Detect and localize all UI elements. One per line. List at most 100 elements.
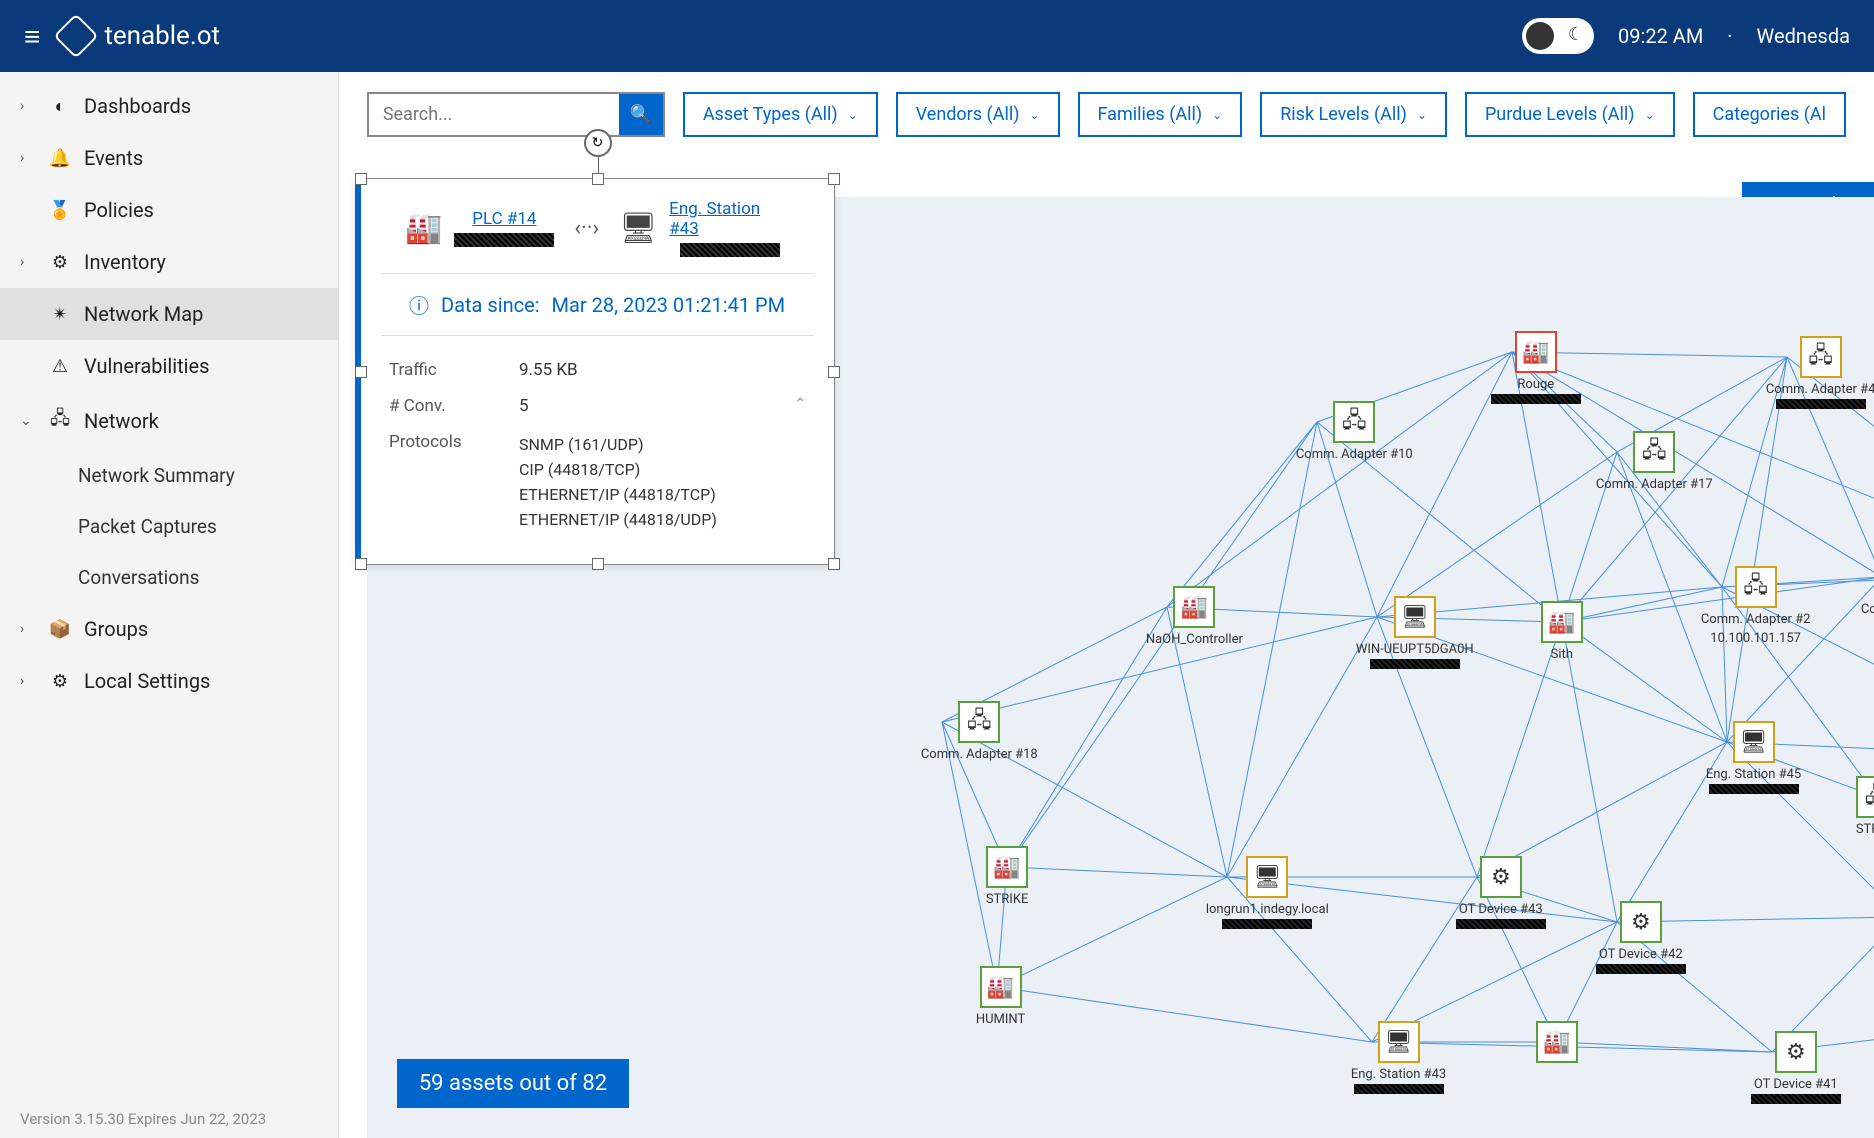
node-icon: 🏭: [1541, 601, 1583, 643]
connection-detail-card[interactable]: ↻ 🏭 PLC #14 ‹··› 🖥 Eng. Station #43 ⓘ Da…: [355, 178, 835, 565]
nav-inventory[interactable]: ›⚙Inventory: [0, 236, 338, 288]
theme-toggle[interactable]: [1522, 18, 1594, 54]
asset-b-link[interactable]: Eng. Station #43: [669, 199, 790, 239]
clock-time: 09:22 AM: [1618, 24, 1703, 48]
map-node[interactable]: ⚙OT Device #41: [1751, 1031, 1841, 1104]
chevron-up-icon[interactable]: ⌃: [794, 396, 806, 416]
detail-header: 🏭 PLC #14 ‹··› 🖥 Eng. Station #43: [381, 179, 814, 274]
map-node[interactable]: 🏭Rouge: [1491, 331, 1581, 404]
filter-purdue-levels[interactable]: Purdue Levels (All)⌄: [1465, 92, 1675, 137]
protocol-item: ETHERNET/IP (44818/TCP): [519, 482, 806, 507]
protocol-item: SNMP (161/UDP): [519, 432, 806, 457]
search-input[interactable]: [369, 94, 619, 135]
node-icon: 🖥: [1378, 1021, 1420, 1063]
map-node[interactable]: 🏭NaOH_Controller: [1146, 586, 1243, 647]
node-label: STRIKE: [986, 892, 1029, 907]
groups-icon: 📦: [48, 619, 72, 640]
nav-events[interactable]: ›🔔Events: [0, 132, 338, 184]
node-icon: 🏭: [986, 846, 1028, 888]
network-icon: 🖧: [48, 406, 72, 436]
node-icon: 🖥: [1394, 596, 1436, 638]
inventory-icon: ⚙: [48, 252, 72, 273]
redacted-text: [1596, 964, 1686, 974]
node-label: OT Device #43: [1459, 902, 1543, 917]
info-icon: ⓘ: [409, 290, 429, 319]
node-icon: 🖧: [1856, 776, 1874, 818]
node-icon: ⚙: [1775, 1031, 1817, 1073]
map-node[interactable]: 🏭HUMINT: [976, 966, 1025, 1027]
clock-sep: ·: [1727, 24, 1732, 48]
node-label: Comm. Adapter #8: [1861, 602, 1874, 617]
node-label: STRIKE: [1856, 822, 1874, 837]
map-node[interactable]: 🖥 Eng. Station #45: [1706, 721, 1801, 794]
logo-icon: [54, 13, 99, 58]
node-label: Eng. Station #45: [1706, 767, 1801, 782]
nav-packet-captures[interactable]: Packet Captures: [0, 501, 338, 552]
map-node[interactable]: 🏭 STRIKE: [986, 846, 1029, 907]
bell-icon: 🔔: [48, 148, 72, 169]
redacted-text: [1491, 394, 1581, 404]
map-node[interactable]: 🖧 Comm. Adapter #18: [921, 701, 1038, 762]
nav-conversations[interactable]: Conversations: [0, 552, 338, 603]
filter-bar: 🔍 Asset Types (All)⌄ Vendors (All)⌄ Fami…: [339, 72, 1874, 157]
nav-dashboards[interactable]: ›◐Dashboards: [0, 80, 338, 132]
nav-local-settings[interactable]: ›⚙Local Settings: [0, 655, 338, 707]
map-node[interactable]: 🏭: [1536, 1021, 1578, 1063]
network-map-icon: ✴: [48, 304, 72, 325]
version-text: Version 3.15.30 Expires Jun 22, 2023: [20, 1110, 266, 1128]
node-icon: 🖥: [1733, 721, 1775, 763]
node-label: Comm. Adapter #4: [1766, 382, 1874, 397]
nav-network-map[interactable]: ✴Network Map: [0, 288, 338, 340]
asset-a-link[interactable]: PLC #14: [472, 209, 536, 229]
filter-risk-levels[interactable]: Risk Levels (All)⌄: [1260, 92, 1447, 137]
map-node[interactable]: 🖥Eng. Station #43: [1351, 1021, 1446, 1094]
map-node[interactable]: 🖥longrun1.indegy.local: [1206, 856, 1329, 929]
filter-vendors[interactable]: Vendors (All)⌄: [896, 92, 1060, 137]
nav-policies[interactable]: 🏅Policies: [0, 184, 338, 236]
node-icon: ⚙: [1620, 901, 1662, 943]
node-icon: 🖥: [1246, 856, 1288, 898]
menu-icon[interactable]: ≡: [24, 20, 40, 53]
node-label: OT Device #42: [1599, 947, 1683, 962]
search-box: 🔍: [367, 92, 665, 137]
node-label: WIN-UEUPT5DGA0H: [1356, 642, 1474, 657]
map-node[interactable]: 🖧Comm. Adapter #17: [1596, 431, 1713, 492]
protocol-item: CIP (44818/TCP): [519, 457, 806, 482]
asset-count-badge: 59 assets out of 82: [397, 1059, 629, 1108]
map-node[interactable]: 🖧 STRIKE: [1856, 776, 1874, 837]
settings-icon: ⚙: [48, 671, 72, 692]
brand-logo: tenable.ot: [60, 20, 220, 52]
chevron-down-icon: ⌄: [1029, 108, 1039, 122]
node-label: Comm. Adapter #18: [921, 747, 1038, 762]
map-node[interactable]: 🏭 Sith: [1541, 601, 1583, 662]
node-sublabel: 10.100.101.157: [1710, 631, 1801, 646]
map-node[interactable]: 🖧Comm. Adapter #4: [1766, 336, 1874, 409]
search-button[interactable]: 🔍: [619, 94, 663, 135]
node-icon: 🖧: [1333, 401, 1375, 443]
map-node[interactable]: 🖧Comm. Adapter #210.100.101.157: [1701, 566, 1811, 646]
protocols-row: ProtocolsSNMP (161/UDP)CIP (44818/TCP)ET…: [389, 424, 806, 540]
nav-vulnerabilities[interactable]: ⚠Vulnerabilities: [0, 340, 338, 392]
top-bar: ≡ tenable.ot 09:22 AM · Wednesda: [0, 0, 1874, 72]
node-label: HUMINT: [976, 1012, 1025, 1027]
filter-families[interactable]: Families (All)⌄: [1078, 92, 1243, 137]
node-label: Sith: [1551, 647, 1573, 662]
map-node[interactable]: 🖧Comm. Adapter #8: [1861, 556, 1874, 617]
node-icon: 🖧: [958, 701, 1000, 743]
badge-icon: 🏅: [48, 200, 72, 221]
filter-categories[interactable]: Categories (Al: [1693, 92, 1846, 137]
map-node[interactable]: ⚙OT Device #43: [1456, 856, 1546, 929]
node-label: Comm. Adapter #2: [1701, 612, 1811, 627]
search-icon: 🔍: [630, 104, 652, 125]
map-node[interactable]: ⚙ OT Device #42: [1596, 901, 1686, 974]
reload-icon[interactable]: ↻: [584, 129, 612, 157]
nav-network-summary[interactable]: Network Summary: [0, 450, 338, 501]
nav-network[interactable]: ⌄🖧Network: [0, 392, 338, 450]
nav-groups[interactable]: ›📦Groups: [0, 603, 338, 655]
filter-asset-types[interactable]: Asset Types (All)⌄: [683, 92, 878, 137]
node-icon: 🖧: [1633, 431, 1675, 473]
map-node[interactable]: 🖥 WIN-UEUPT5DGA0H: [1356, 596, 1474, 669]
plc-icon: 🏭: [405, 211, 442, 246]
map-node[interactable]: 🖧Comm. Adapter #10: [1296, 401, 1413, 462]
data-since-row: ⓘ Data since: Mar 28, 2023 01:21:41 PM: [381, 274, 814, 336]
